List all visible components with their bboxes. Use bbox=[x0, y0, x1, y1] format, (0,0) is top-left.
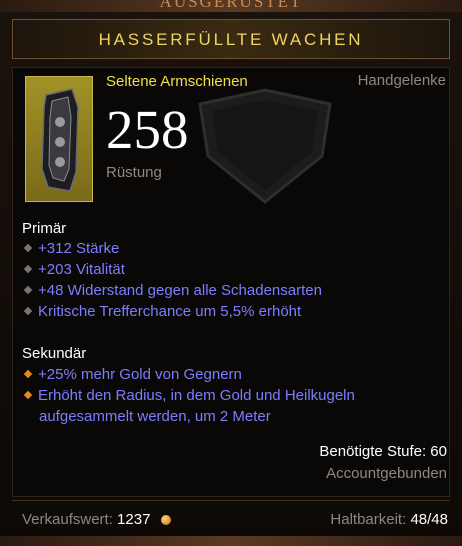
durability-amount: 48/48 bbox=[410, 511, 448, 528]
armor-value: 258 bbox=[106, 99, 189, 160]
affix-bullet-icon bbox=[23, 390, 33, 400]
equipped-label: AUSGERÜSTET bbox=[159, 0, 303, 11]
primary-label: Primär bbox=[22, 220, 67, 237]
tooltip-bottom-edge bbox=[0, 536, 462, 546]
item-type: Seltene Armschienen bbox=[106, 73, 248, 90]
required-level: Benötigte Stufe: 60 bbox=[319, 443, 447, 460]
affix-bullet-icon bbox=[23, 264, 33, 274]
affix-bullet-icon bbox=[23, 369, 33, 379]
secondary-affix: +25% mehr Gold von Gegnern bbox=[23, 364, 242, 385]
item-name: HASSERFÜLLTE WACHEN bbox=[98, 30, 364, 49]
armor-shield-icon bbox=[198, 88, 332, 204]
footer-divider bbox=[12, 500, 450, 501]
durability: Haltbarkeit: 48/48 bbox=[330, 511, 448, 528]
primary-affix: Kritische Trefferchance um 5,5% erhöht bbox=[23, 301, 301, 322]
armor-label: Rüstung bbox=[106, 164, 162, 181]
gold-coin-icon bbox=[160, 515, 171, 525]
primary-affix: +48 Widerstand gegen alle Schadensarten bbox=[23, 280, 322, 301]
primary-affix: +312 Stärke bbox=[23, 238, 119, 259]
affix-bullet-icon bbox=[23, 243, 33, 253]
affix-bullet-icon bbox=[23, 306, 33, 316]
item-slot: Handgelenke bbox=[357, 72, 446, 89]
bracer-icon bbox=[25, 76, 93, 202]
secondary-label: Sekundär bbox=[22, 345, 87, 362]
affix-bullet-icon bbox=[23, 285, 33, 295]
secondary-affix: Erhöht den Radius, in dem Gold und Heilk… bbox=[23, 385, 419, 427]
equipped-strip: AUSGERÜSTET bbox=[0, 0, 462, 12]
binding-status: Accountgebunden bbox=[326, 465, 447, 482]
item-name-banner: HASSERFÜLLTE WACHEN bbox=[12, 19, 450, 59]
primary-affix: +203 Vitalität bbox=[23, 259, 125, 280]
sell-value: Verkaufswert: 1237 bbox=[22, 511, 171, 528]
sell-amount: 1237 bbox=[117, 511, 151, 528]
